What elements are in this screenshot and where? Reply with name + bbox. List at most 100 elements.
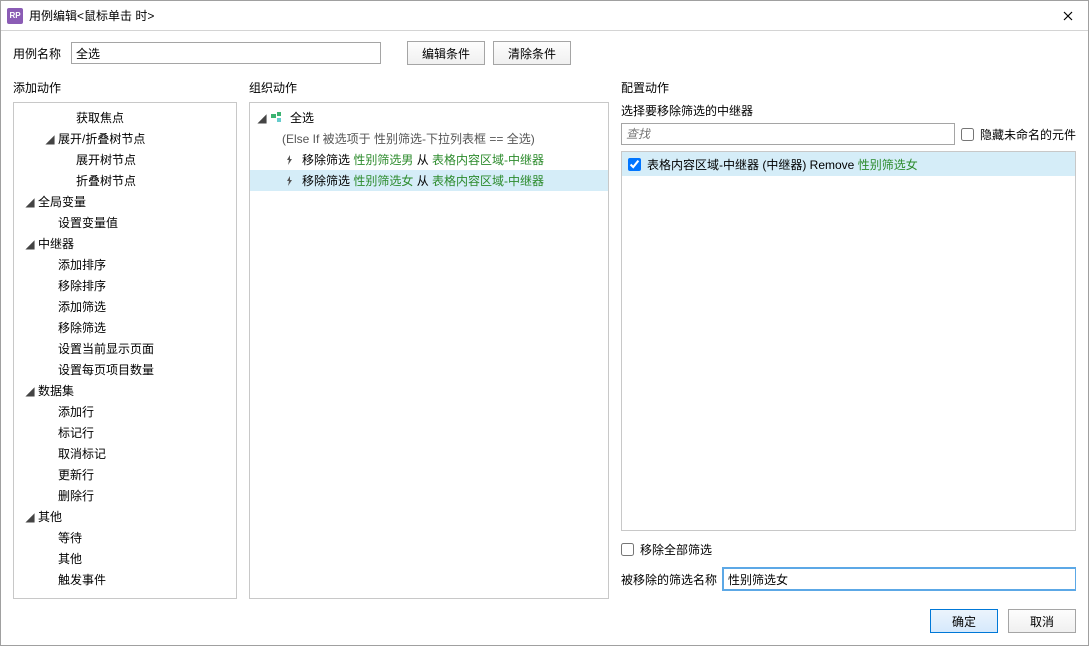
tree-item[interactable]: 展开树节点 [14,149,236,170]
organize-tree: ◢ 全选 (Else If 被选项于 性别筛选-下拉列表框 == 全选) 移除筛… [250,107,608,191]
ok-button[interactable]: 确定 [930,609,998,633]
panels: 添加动作 获取焦点◢展开/折叠树节点展开树节点折叠树节点◢全局变量设置变量值◢中… [13,79,1076,599]
tree-item[interactable]: ◢其他 [14,506,236,527]
tree-item-label: 等待 [58,529,82,546]
tree-item-label: 标记行 [58,424,94,441]
remove-all-label: 移除全部筛选 [640,541,712,558]
tree-item[interactable]: 获取焦点 [14,107,236,128]
tree-item[interactable]: 添加排序 [14,254,236,275]
condition-node[interactable]: (Else If 被选项于 性别筛选-下拉列表框 == 全选) [250,128,608,149]
edit-condition-button[interactable]: 编辑条件 [407,41,485,65]
filter-name-row: 被移除的筛选名称 [621,568,1076,590]
filter-name-input[interactable] [723,568,1076,590]
tree-item-label: 获取焦点 [76,109,124,126]
tree-item[interactable]: ◢数据集 [14,380,236,401]
tree-item-label: 添加排序 [58,256,106,273]
tree-item-label: 全局变量 [38,193,86,210]
tree-item-label: 其他 [58,550,82,567]
add-action-pane: 添加动作 获取焦点◢展开/折叠树节点展开树节点折叠树节点◢全局变量设置变量值◢中… [13,79,237,599]
lightning-icon [282,155,298,165]
tree-item[interactable]: 设置每页项目数量 [14,359,236,380]
close-icon [1063,11,1073,21]
content: 用例名称 编辑条件 清除条件 添加动作 获取焦点◢展开/折叠树节点展开树节点折叠… [1,31,1088,645]
case-icon [270,112,286,124]
tree-item-label: 设置每页项目数量 [58,361,154,378]
close-button[interactable] [1048,1,1088,31]
action-tree: 获取焦点◢展开/折叠树节点展开树节点折叠树节点◢全局变量设置变量值◢中继器添加排… [14,107,236,590]
action-tree-box[interactable]: 获取焦点◢展开/折叠树节点展开树节点折叠树节点◢全局变量设置变量值◢中继器添加排… [13,102,237,599]
organize-action-title: 组织动作 [249,79,609,96]
tree-item-label: 展开树节点 [76,151,136,168]
tree-item[interactable]: 取消标记 [14,443,236,464]
caret-icon: ◢ [24,510,36,524]
search-input[interactable] [621,123,955,145]
tree-item-label: 折叠树节点 [76,172,136,189]
caret-down-icon: ◢ [256,111,268,125]
tree-item[interactable]: 更新行 [14,464,236,485]
case-name-input[interactable] [71,42,381,64]
clear-condition-button[interactable]: 清除条件 [493,41,571,65]
tree-item-label: 添加筛选 [58,298,106,315]
repeater-list[interactable]: 表格内容区域-中继器 (中继器) Remove 性别筛选女 [621,151,1076,531]
organize-tree-box[interactable]: ◢ 全选 (Else If 被选项于 性别筛选-下拉列表框 == 全选) 移除筛… [249,102,609,599]
tree-item[interactable]: 设置变量值 [14,212,236,233]
hide-unnamed-checkbox[interactable] [961,128,974,141]
tree-item-label: 设置当前显示页面 [58,340,154,357]
tree-item[interactable]: 移除筛选 [14,317,236,338]
cancel-button[interactable]: 取消 [1008,609,1076,633]
caret-icon: ◢ [24,384,36,398]
tree-item-label: 触发事件 [58,571,106,588]
case-editor-window: RP 用例编辑<鼠标单击 时> 用例名称 编辑条件 清除条件 添加动作 获取焦点… [0,0,1089,646]
remove-all-row: 移除全部筛选 [621,541,1076,558]
tree-item[interactable]: ◢全局变量 [14,191,236,212]
tree-item-label: 设置变量值 [58,214,118,231]
organize-action-pane: 组织动作 ◢ 全选 (Else If 被选项于 性别筛选-下拉列表框 == 全选… [249,79,609,599]
tree-item[interactable]: ◢中继器 [14,233,236,254]
remove-all-checkbox[interactable] [621,543,634,556]
tree-item[interactable]: 添加行 [14,401,236,422]
tree-item[interactable]: 移除排序 [14,275,236,296]
tree-item-label: 其他 [38,508,62,525]
filter-name-label: 被移除的筛选名称 [621,571,717,588]
tree-item-label: 展开/折叠树节点 [58,130,145,147]
right-bottom: 移除全部筛选 被移除的筛选名称 [621,541,1076,590]
tree-item[interactable]: 设置当前显示页面 [14,338,236,359]
tree-item[interactable]: 触发事件 [14,569,236,590]
caret-icon: ◢ [24,237,36,251]
lightning-icon [282,176,298,186]
repeater-item[interactable]: 表格内容区域-中继器 (中继器) Remove 性别筛选女 [622,152,1075,176]
add-action-title: 添加动作 [13,79,237,96]
configure-action-pane: 配置动作 选择要移除筛选的中继器 隐藏未命名的元件 表格内容区域-中继器 (中继… [621,79,1076,599]
app-icon: RP [7,8,23,24]
tree-item-label: 数据集 [38,382,74,399]
tree-item[interactable]: 等待 [14,527,236,548]
case-name-label: 用例名称 [13,45,61,62]
search-row: 隐藏未命名的元件 [621,123,1076,145]
tree-item[interactable]: 其他 [14,548,236,569]
caret-icon: ◢ [44,132,56,146]
tree-item[interactable]: 标记行 [14,422,236,443]
tree-item-label: 删除行 [58,487,94,504]
action-node[interactable]: 移除筛选 性别筛选男 从 表格内容区域-中继器 [250,149,608,170]
footer: 确定 取消 [13,599,1076,633]
tree-item[interactable]: 折叠树节点 [14,170,236,191]
repeater-item-label: 表格内容区域-中继器 (中继器) Remove 性别筛选女 [647,156,918,173]
case-node[interactable]: ◢ 全选 [250,107,608,128]
window-title: 用例编辑<鼠标单击 时> [29,7,1048,24]
tree-item-label: 移除筛选 [58,319,106,336]
select-repeater-label: 选择要移除筛选的中继器 [621,102,1076,119]
tree-item-label: 中继器 [38,235,74,252]
action-node[interactable]: 移除筛选 性别筛选女 从 表格内容区域-中继器 [250,170,608,191]
repeater-item-checkbox[interactable] [628,158,641,171]
hide-unnamed-label: 隐藏未命名的元件 [980,126,1076,143]
configure-action-title: 配置动作 [621,79,1076,96]
case-name-row: 用例名称 编辑条件 清除条件 [13,41,1076,65]
titlebar: RP 用例编辑<鼠标单击 时> [1,1,1088,31]
tree-item[interactable]: ◢展开/折叠树节点 [14,128,236,149]
tree-item[interactable]: 添加筛选 [14,296,236,317]
tree-item-label: 添加行 [58,403,94,420]
tree-item[interactable]: 删除行 [14,485,236,506]
configure-body: 选择要移除筛选的中继器 隐藏未命名的元件 表格内容区域-中继器 (中继器) Re… [621,102,1076,599]
condition-text: (Else If 被选项于 性别筛选-下拉列表框 == 全选) [282,130,535,147]
tree-item-label: 取消标记 [58,445,106,462]
